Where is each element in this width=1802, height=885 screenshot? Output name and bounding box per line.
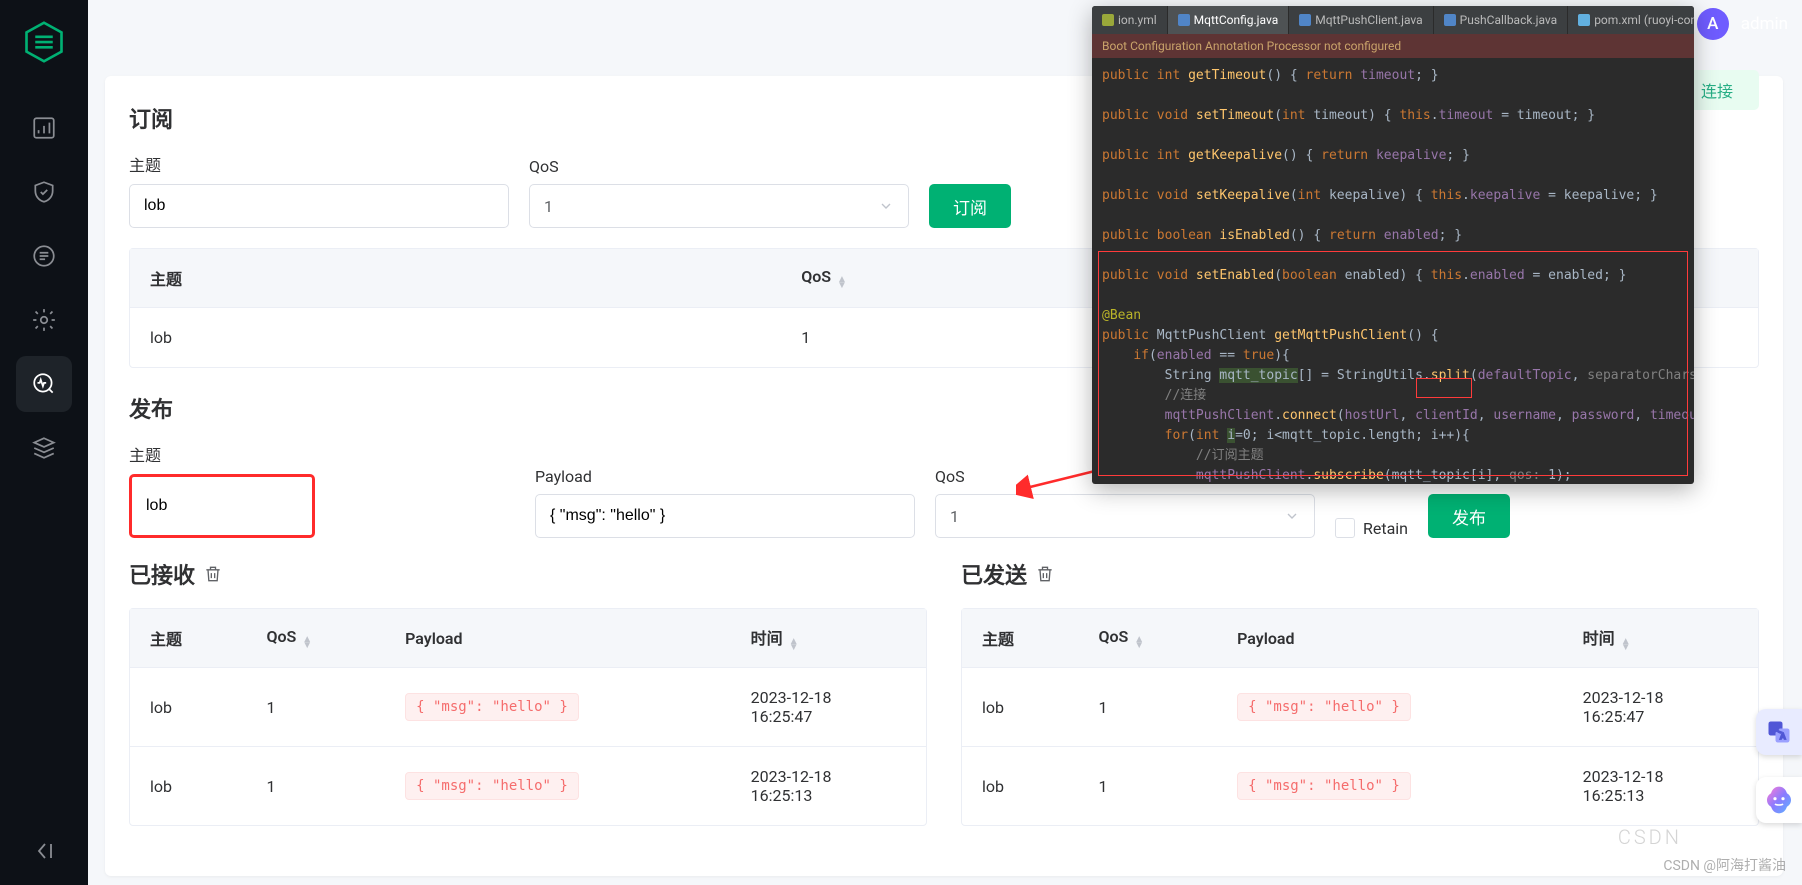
sent-title: 已发送 [961, 558, 1759, 590]
chevron-down-icon [1284, 508, 1300, 524]
subscribe-qos-label: QoS [529, 157, 909, 176]
received-table: 主题 QoS▲▼ Payload 时间▲▼ lob 1 { "msg": "he… [129, 608, 927, 826]
cell-payload: { "msg": "hello" } [1217, 746, 1563, 825]
sent-th-time[interactable]: 时间▲▼ [1563, 609, 1758, 668]
subscribe-topic-input[interactable] [129, 184, 509, 228]
watermark-csdn: CSDN @阿海打酱油 [1663, 855, 1786, 875]
received-th-topic[interactable]: 主题 [130, 609, 246, 668]
retain-checkbox[interactable]: Retain [1335, 518, 1408, 538]
cell-payload: { "msg": "hello" } [1217, 668, 1563, 746]
cell-qos: 1 [246, 668, 385, 746]
publish-button[interactable]: 发布 [1428, 494, 1510, 538]
publish-payload-label: Payload [535, 467, 915, 486]
nav-list[interactable] [16, 228, 72, 284]
header-user: A admin [1697, 8, 1788, 40]
cell-qos: 1 [1078, 668, 1217, 746]
watermark-light: CSDN [1618, 825, 1682, 849]
subscribe-qos-value: 1 [544, 197, 553, 216]
sidebar [0, 0, 88, 885]
nav-dashboard[interactable] [16, 100, 72, 156]
retain-label: Retain [1363, 519, 1408, 538]
nav-settings[interactable] [16, 292, 72, 348]
publish-qos-select[interactable]: 1 [935, 494, 1315, 538]
cell-time: 2023-12-18 16:25:13 [731, 746, 926, 825]
editor-tabs: ion.yml MqttConfig.java MqttPushClient.j… [1092, 6, 1694, 34]
trash-icon[interactable] [1035, 564, 1055, 584]
editor-tab[interactable]: pom.xml (ruoyi-common) [1568, 6, 1694, 34]
cell-topic: lob [130, 308, 781, 367]
avatar[interactable]: A [1697, 8, 1729, 40]
checkbox-box[interactable] [1335, 518, 1355, 538]
cell-time: 2023-12-18 16:25:13 [1563, 746, 1758, 825]
cell-topic: lob [130, 746, 246, 825]
svg-text:A: A [1780, 731, 1786, 741]
cell-topic: lob [962, 746, 1078, 825]
table-row: lob 1 { "msg": "hello" } 2023-12-18 16:2… [962, 668, 1758, 746]
nav-layers[interactable] [16, 420, 72, 476]
received-title: 已接收 [129, 558, 927, 590]
table-row: lob 1 { "msg": "hello" } 2023-12-18 16:2… [130, 746, 926, 825]
subscribe-button[interactable]: 订阅 [929, 184, 1011, 228]
cell-topic: lob [130, 668, 246, 746]
float-translate-button[interactable]: 文A [1756, 709, 1802, 755]
sent-th-topic[interactable]: 主题 [962, 609, 1078, 668]
cell-time: 2023-12-18 16:25:47 [1563, 668, 1758, 746]
publish-topic-input[interactable] [129, 474, 315, 538]
subscribe-th-topic[interactable]: 主题 [130, 249, 781, 308]
table-row: lob 1 { "msg": "hello" } 2023-12-18 16:2… [962, 746, 1758, 825]
cell-qos: 1 [1078, 746, 1217, 825]
editor-tab[interactable]: ion.yml [1092, 6, 1168, 34]
nav-security[interactable] [16, 164, 72, 220]
received-th-time[interactable]: 时间▲▼ [731, 609, 926, 668]
cell-time: 2023-12-18 16:25:47 [731, 668, 926, 746]
cell-payload: { "msg": "hello" } [385, 668, 731, 746]
table-row: lob 1 { "msg": "hello" } 2023-12-18 16:2… [130, 668, 926, 746]
cell-topic: lob [962, 668, 1078, 746]
code-content: public int getTimeout() { return timeout… [1092, 58, 1694, 484]
float-ai-button[interactable] [1756, 777, 1802, 823]
app-logo [20, 18, 68, 66]
trash-icon[interactable] [203, 564, 223, 584]
subscribe-qos-select[interactable]: 1 [529, 184, 909, 228]
publish-topic-label: 主题 [129, 442, 315, 466]
editor-tab[interactable]: MqttConfig.java [1168, 6, 1290, 34]
received-th-payload[interactable]: Payload [385, 609, 731, 668]
publish-qos-value: 1 [950, 507, 959, 526]
cell-payload: { "msg": "hello" } [385, 746, 731, 825]
sidebar-collapse[interactable] [30, 839, 58, 867]
nav-diagnose[interactable] [16, 356, 72, 412]
chevron-down-icon [878, 198, 894, 214]
sent-table: 主题 QoS▲▼ Payload 时间▲▼ lob 1 { "msg": "he… [961, 608, 1759, 826]
subscribe-topic-label: 主题 [129, 152, 509, 176]
received-th-qos[interactable]: QoS▲▼ [246, 609, 385, 668]
editor-warning-bar: Boot Configuration Annotation Processor … [1092, 34, 1694, 58]
username-label: admin [1741, 14, 1788, 34]
sent-th-qos[interactable]: QoS▲▼ [1078, 609, 1217, 668]
editor-tab[interactable]: PushCallback.java [1434, 6, 1569, 34]
code-editor-overlay: ion.yml MqttConfig.java MqttPushClient.j… [1092, 6, 1694, 484]
cell-qos: 1 [246, 746, 385, 825]
publish-payload-input[interactable] [535, 494, 915, 538]
editor-tab[interactable]: MqttPushClient.java [1289, 6, 1433, 34]
sent-th-payload[interactable]: Payload [1217, 609, 1563, 668]
